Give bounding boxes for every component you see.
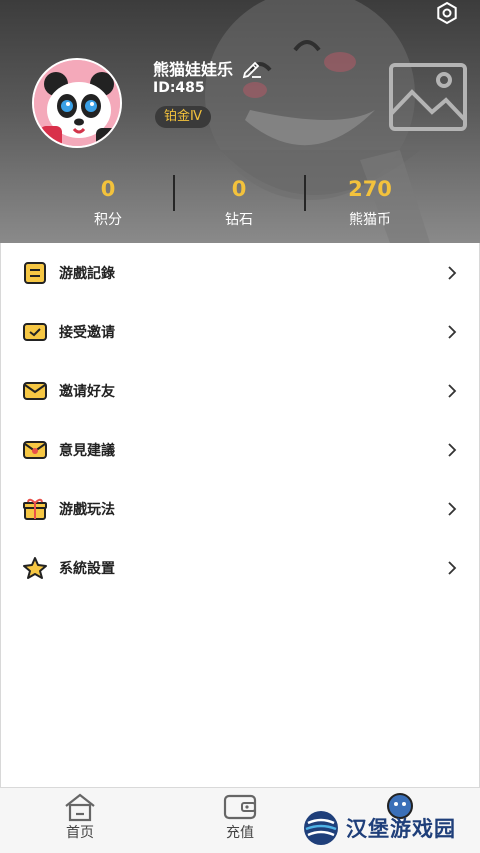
stat-divider — [304, 175, 306, 211]
chevron-right-icon — [448, 265, 457, 280]
stat-panda-coins[interactable]: 270 熊猫币 — [310, 172, 430, 232]
menu-item-game-record[interactable]: 游戲記錄 — [0, 243, 480, 302]
nav-label: 首页 — [66, 825, 94, 841]
chevron-right-icon — [448, 383, 457, 398]
chevron-right-icon — [448, 442, 457, 457]
menu-item-accept-invite[interactable]: 接受邀请 — [0, 302, 480, 361]
nav-label: 充值 — [226, 825, 254, 841]
user-name-row: 熊猫娃娃乐 — [153, 56, 263, 80]
watermark: 汉堡游戏园 — [302, 806, 472, 850]
gameplay-icon — [23, 498, 47, 520]
menu-label: 意見建議 — [59, 442, 115, 459]
menu-item-feedback[interactable]: 意見建議 — [0, 420, 480, 479]
stats-bar: 0 积分 0 钻石 270 熊猫币 — [0, 172, 480, 242]
feedback-icon — [23, 440, 47, 459]
stat-diamonds-value: 0 — [231, 177, 247, 201]
invite-friend-icon — [23, 381, 47, 400]
wallet-icon — [223, 794, 257, 820]
profile-header: 熊猫娃娃乐 ID:485 铂金Ⅳ 0 积分 0 钻石 270 熊猫币 — [0, 0, 480, 243]
watermark-text: 汉堡游戏园 — [346, 816, 456, 841]
panda-avatar-icon — [34, 60, 120, 146]
game-record-icon — [24, 261, 46, 284]
menu-label: 游戲記錄 — [59, 265, 115, 282]
menu-label: 邀请好友 — [59, 383, 115, 400]
stat-divider — [173, 175, 175, 211]
menu-list: 游戲記錄 接受邀请 邀请好友 意見建議 游戲玩法 系統設置 — [0, 243, 480, 597]
image-placeholder-icon[interactable] — [388, 62, 468, 132]
menu-label: 接受邀请 — [59, 324, 115, 341]
chevron-right-icon — [448, 501, 457, 516]
menu-item-invite-friend[interactable]: 邀请好友 — [0, 361, 480, 420]
chevron-right-icon — [448, 324, 457, 339]
avatar[interactable] — [32, 58, 122, 148]
rank-badge: 铂金Ⅳ — [155, 106, 211, 128]
chevron-right-icon — [448, 560, 457, 575]
stat-diamonds[interactable]: 0 钻石 — [179, 172, 299, 232]
menu-label: 游戲玩法 — [59, 501, 115, 518]
menu-item-system-settings[interactable]: 系統設置 — [0, 538, 480, 597]
stat-panda-coins-value: 270 — [348, 177, 392, 201]
accept-invite-icon — [23, 322, 47, 341]
nav-item-recharge[interactable]: 充值 — [160, 788, 320, 853]
stat-panda-coins-label: 熊猫币 — [349, 212, 391, 228]
stat-points-label: 积分 — [94, 212, 122, 228]
watermark-logo-icon — [304, 811, 338, 845]
system-settings-icon — [23, 556, 47, 579]
stat-diamonds-label: 钻石 — [225, 212, 253, 228]
stat-points[interactable]: 0 积分 — [48, 172, 168, 232]
user-name: 熊猫娃娃乐 — [153, 60, 234, 79]
gear-icon — [437, 1, 457, 25]
edit-icon[interactable] — [241, 57, 263, 79]
home-icon — [65, 793, 95, 822]
menu-item-gameplay[interactable]: 游戲玩法 — [0, 479, 480, 538]
stat-points-value: 0 — [100, 177, 116, 201]
nav-item-home[interactable]: 首页 — [0, 788, 160, 853]
menu-label: 系統設置 — [59, 560, 115, 577]
settings-button[interactable] — [432, 0, 462, 26]
user-id: ID:485 — [153, 80, 205, 96]
